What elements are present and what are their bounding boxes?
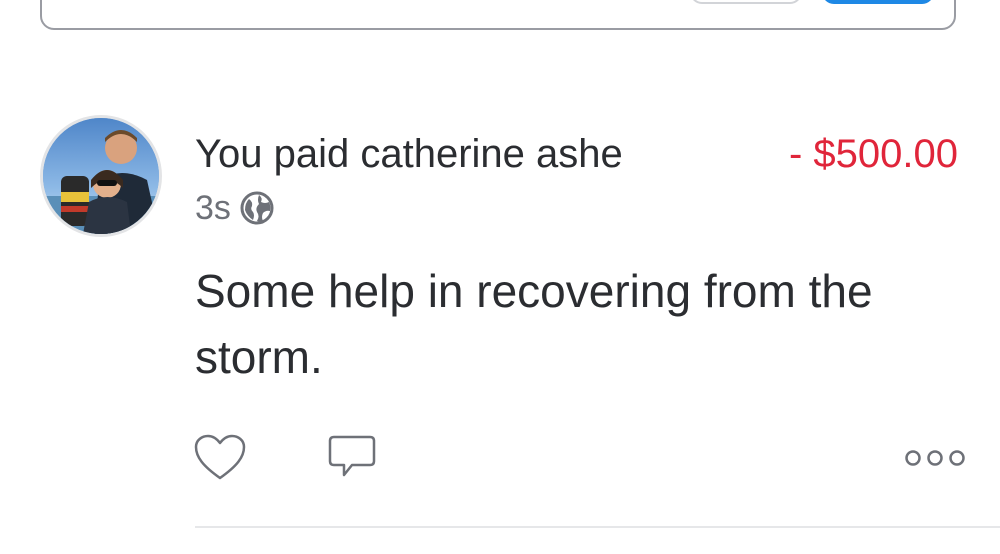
comment-icon xyxy=(328,435,376,477)
top-secondary-button[interactable] xyxy=(690,0,802,4)
more-icon xyxy=(905,450,965,466)
action-bar xyxy=(190,430,970,486)
item-divider xyxy=(195,526,1000,528)
like-button[interactable] xyxy=(190,430,250,486)
comment-button[interactable] xyxy=(322,430,382,486)
heart-icon xyxy=(194,434,246,480)
recipient-name[interactable]: catherine ashe xyxy=(360,132,622,176)
avatar-photo xyxy=(43,118,159,234)
payment-meta: 3s xyxy=(195,188,275,228)
top-primary-button[interactable] xyxy=(822,0,934,4)
payment-amount: - $500.00 xyxy=(788,132,958,176)
timestamp: 3s xyxy=(195,189,231,227)
payment-note: Some help in recovering from the storm. xyxy=(195,265,873,383)
more-options-button[interactable] xyxy=(900,430,970,486)
headline-prefix: You paid xyxy=(195,132,361,176)
top-card xyxy=(40,0,956,30)
payment-headline: You paid catherine ashe xyxy=(195,130,623,178)
payment-feed: You paid catherine ashe - $500.00 3s Som… xyxy=(0,0,1000,554)
avatar[interactable] xyxy=(40,115,162,237)
globe-icon xyxy=(239,190,275,226)
